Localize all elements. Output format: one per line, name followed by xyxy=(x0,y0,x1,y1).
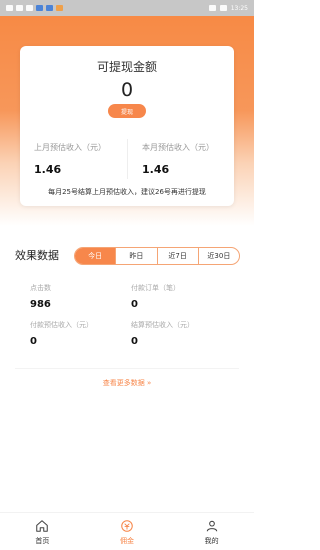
tabbar-item-profile[interactable]: 我的 xyxy=(169,513,254,550)
tabbar-item-commission[interactable]: 佣金 xyxy=(85,513,170,550)
wifi-icon xyxy=(16,5,23,11)
section-divider xyxy=(15,368,239,369)
tab-yesterday[interactable]: 昨日 xyxy=(116,248,158,264)
tabbar-item-home[interactable]: 首页 xyxy=(0,513,85,550)
settle-estimate-value: 0 xyxy=(131,336,138,347)
tabbar-label-home: 首页 xyxy=(35,537,50,545)
status-time: 13:25 xyxy=(230,4,248,12)
tab-last-7-days[interactable]: 近7日 xyxy=(158,248,199,264)
battery-icon xyxy=(219,5,227,11)
app-notification-icon xyxy=(46,5,53,11)
last-month-label: 上月预估收入（元） xyxy=(34,143,106,152)
user-icon xyxy=(206,520,217,532)
view-more-link[interactable]: 查看更多数据 » xyxy=(0,378,254,388)
clicks-label: 点击数 xyxy=(30,284,51,292)
home-icon xyxy=(36,520,49,532)
signal-icon xyxy=(6,5,13,11)
balance-amount: 0 xyxy=(120,79,134,101)
paid-orders-label: 付款订单（笔） xyxy=(131,284,180,292)
paid-estimate-label: 付款预估收入（元） xyxy=(30,321,93,329)
commission-icon xyxy=(121,520,133,532)
withdraw-button[interactable]: 提现 xyxy=(108,104,146,118)
status-bar: 13:25 xyxy=(0,0,254,16)
effect-data-title: 效果数据 xyxy=(15,249,59,262)
card-divider xyxy=(127,139,128,179)
bottom-tab-bar: 首页 佣金 我的 xyxy=(0,512,254,550)
alarm-icon xyxy=(208,5,216,11)
settle-estimate-label: 结算预估收入（元） xyxy=(131,321,194,329)
this-month-value: 1.46 xyxy=(142,163,170,176)
tabbar-label-commission: 佣金 xyxy=(120,537,134,545)
paid-orders-value: 0 xyxy=(131,299,138,310)
sim-icon xyxy=(26,5,33,11)
clicks-value: 986 xyxy=(30,299,51,310)
paid-estimate-value: 0 xyxy=(30,336,37,347)
settlement-note: 每月25号结算上月预估收入，建议26号再进行提现 xyxy=(48,188,206,196)
tab-today[interactable]: 今日 xyxy=(75,248,117,264)
tabbar-label-profile: 我的 xyxy=(204,537,219,545)
tab-last-30-days[interactable]: 近30日 xyxy=(199,248,239,264)
balance-card: 可提现金额 0 提现 上月预估收入（元） 1.46 本月预估收入（元） 1.46… xyxy=(20,46,234,206)
app-notification-icon xyxy=(56,5,63,11)
date-range-tabs: 今日 昨日 近7日 近30日 xyxy=(74,247,240,265)
notification-icons xyxy=(6,5,63,11)
last-month-value: 1.46 xyxy=(34,163,62,176)
this-month-label: 本月预估收入（元） xyxy=(142,143,214,152)
app-notification-icon xyxy=(36,5,43,11)
balance-title: 可提现金额 xyxy=(96,60,157,74)
